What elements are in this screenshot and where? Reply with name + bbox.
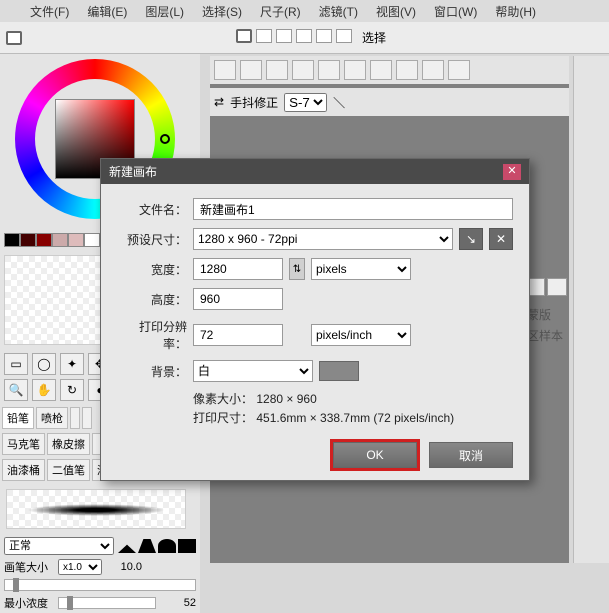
- dpi-label: 打印分辨率：: [117, 318, 187, 352]
- brush-shape[interactable]: [178, 539, 196, 553]
- swatch-item[interactable]: [256, 29, 272, 43]
- tool-rotate[interactable]: ↻: [60, 379, 84, 401]
- size-mult[interactable]: x1.0: [58, 559, 102, 575]
- size-label: 画笔大小: [4, 559, 54, 575]
- btn[interactable]: [292, 60, 314, 80]
- bg-select[interactable]: 白: [193, 360, 313, 382]
- tool-wand[interactable]: ✦: [60, 353, 84, 375]
- current-color-swatch[interactable]: [6, 31, 22, 45]
- preset-label: 预设尺寸：: [117, 231, 187, 248]
- width-input[interactable]: [193, 258, 283, 280]
- brush-tab[interactable]: [70, 407, 80, 429]
- tool-hand[interactable]: ✋: [32, 379, 56, 401]
- swatch-item[interactable]: [316, 29, 332, 43]
- shake-label: 手抖修正: [230, 94, 278, 111]
- menu-filter[interactable]: 滤镜(T): [319, 3, 358, 20]
- btn[interactable]: [422, 60, 444, 80]
- misc-btn[interactable]: [547, 278, 567, 296]
- btn[interactable]: [344, 60, 366, 80]
- line-icon: ＼: [333, 94, 345, 111]
- brush-shape[interactable]: [118, 539, 136, 553]
- brush-tab[interactable]: [82, 407, 92, 429]
- menu-help[interactable]: 帮助(H): [495, 3, 536, 20]
- btn[interactable]: [318, 60, 340, 80]
- swatch[interactable]: [36, 233, 52, 247]
- btn[interactable]: [448, 60, 470, 80]
- brush-preview: [6, 489, 186, 529]
- filename-input[interactable]: [193, 198, 513, 220]
- dpi-input[interactable]: [193, 324, 283, 346]
- swatch[interactable]: [68, 233, 84, 247]
- size-slider[interactable]: [4, 579, 196, 591]
- swap-icon[interactable]: ⇅: [289, 258, 305, 280]
- swatch[interactable]: [84, 233, 100, 247]
- right-panel: [573, 56, 609, 563]
- dialog-title-text: 新建画布: [109, 163, 157, 180]
- bg-label: 背景：: [117, 363, 187, 380]
- menubar: 文件(F) 编辑(E) 图层(L) 选择(S) 尺子(R) 滤镜(T) 视图(V…: [0, 0, 609, 22]
- menu-window[interactable]: 窗口(W): [434, 3, 477, 20]
- menu-selection[interactable]: 选择(S): [202, 3, 242, 20]
- canvas-options: ⇄ 手抖修正 S-7 ＼: [210, 88, 569, 116]
- hardness-slider[interactable]: [58, 597, 156, 609]
- brush-tab[interactable]: 铅笔: [2, 407, 34, 429]
- swatch-item[interactable]: [236, 29, 252, 43]
- hue-marker[interactable]: [160, 134, 170, 144]
- info-block: 像素大小： 1280 × 960 打印尺寸： 451.6mm × 338.7mm…: [193, 390, 513, 428]
- unit-select-2[interactable]: pixels/inch: [311, 324, 411, 346]
- width-label: 宽度：: [117, 261, 187, 278]
- hardness-value: 52: [160, 597, 196, 609]
- swatch[interactable]: [52, 233, 68, 247]
- preset-tool-icon[interactable]: ↘: [459, 228, 483, 250]
- btn[interactable]: [396, 60, 418, 80]
- blend-mode-select[interactable]: 正常: [4, 537, 114, 555]
- hardness-label: 最小浓度: [4, 595, 54, 611]
- swatch-item[interactable]: [296, 29, 312, 43]
- menu-edit[interactable]: 编辑(E): [87, 3, 127, 20]
- swatch-item[interactable]: [276, 29, 292, 43]
- brush-tab[interactable]: 二值笔: [47, 459, 90, 481]
- brush-tab[interactable]: 油漆桶: [2, 459, 45, 481]
- swatch[interactable]: [4, 233, 20, 247]
- select-label: 选择: [362, 29, 386, 46]
- brush-tab[interactable]: 马克笔: [2, 433, 45, 455]
- canvas-toolbar: [210, 56, 569, 84]
- tool-select-rect[interactable]: ▭: [4, 353, 28, 375]
- height-label: 高度：: [117, 291, 187, 308]
- btn[interactable]: [240, 60, 262, 80]
- menu-layer[interactable]: 图层(L): [145, 3, 184, 20]
- menu-view[interactable]: 视图(V): [376, 3, 416, 20]
- filename-label: 文件名：: [117, 201, 187, 218]
- cancel-button[interactable]: 取消: [429, 442, 513, 468]
- new-canvas-dialog: 新建画布 ✕ 文件名： 预设尺寸： 1280 x 960 - 72ppi ↘ ✕…: [100, 158, 530, 481]
- btn[interactable]: [266, 60, 288, 80]
- arrow-icon: ⇄: [214, 95, 224, 109]
- dialog-titlebar[interactable]: 新建画布 ✕: [101, 159, 529, 184]
- swatch-item[interactable]: [336, 29, 352, 43]
- preset-select[interactable]: 1280 x 960 - 72ppi: [193, 228, 453, 250]
- brush-tab[interactable]: 喷枪: [36, 407, 68, 429]
- menu-file[interactable]: 文件(F): [30, 3, 69, 20]
- height-input[interactable]: [193, 288, 283, 310]
- preset-delete-icon[interactable]: ✕: [489, 228, 513, 250]
- swatch[interactable]: [20, 233, 36, 247]
- brush-shape[interactable]: [138, 539, 156, 553]
- close-button[interactable]: ✕: [503, 164, 521, 180]
- tool-zoom[interactable]: 🔍: [4, 379, 28, 401]
- top-toolbar: 选择: [0, 22, 609, 54]
- ok-button[interactable]: OK: [333, 442, 417, 468]
- brush-tab[interactable]: 橡皮擦: [47, 433, 90, 455]
- tool-lasso[interactable]: ◯: [32, 353, 56, 375]
- unit-select-1[interactable]: pixels: [311, 258, 411, 280]
- shake-select[interactable]: S-7: [284, 93, 327, 112]
- brush-shape[interactable]: [158, 539, 176, 553]
- menu-ruler[interactable]: 尺子(R): [260, 3, 301, 20]
- btn[interactable]: [214, 60, 236, 80]
- btn[interactable]: [370, 60, 392, 80]
- bg-color-chip[interactable]: [319, 361, 359, 381]
